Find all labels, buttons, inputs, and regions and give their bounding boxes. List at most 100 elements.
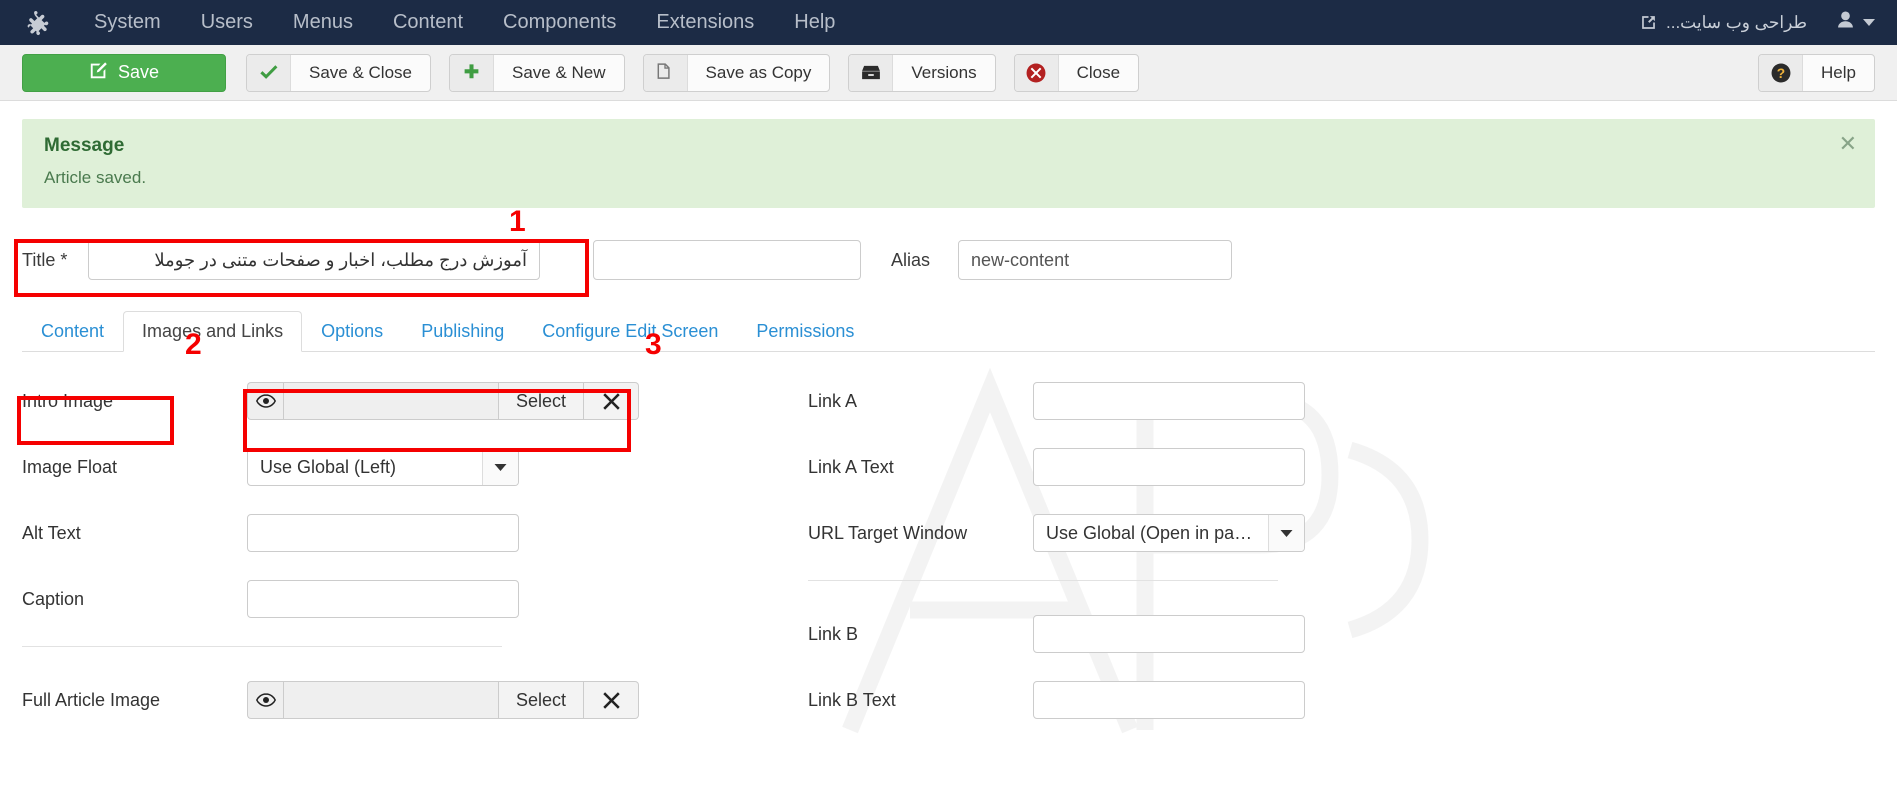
image-float-label: Image Float	[22, 456, 118, 477]
save-as-copy-label: Save as Copy	[705, 62, 812, 82]
full-article-image-row: Full Article Image Select	[22, 681, 804, 719]
url-target-window-label: URL Target Window	[808, 522, 968, 543]
annotation-number-2: 2	[185, 328, 202, 361]
nav-item-users[interactable]: Users	[181, 0, 273, 45]
intro-image-picker: Select	[247, 382, 640, 420]
full-article-image-picker: Select	[247, 681, 640, 719]
caret-down-icon	[1268, 515, 1304, 551]
nav-item-extensions[interactable]: Extensions	[636, 0, 774, 45]
versions-group: Versions	[848, 53, 996, 92]
tab-permissions[interactable]: Permissions	[737, 311, 873, 352]
image-float-select[interactable]: Use Global (Left)	[247, 448, 519, 486]
image-float-value: Use Global (Left)	[260, 456, 397, 477]
tab-options[interactable]: Options	[302, 311, 402, 352]
joomla-article-edit-screen: System Users Menus Content Components Ex…	[0, 0, 1897, 786]
save-button[interactable]: Save	[22, 53, 226, 92]
save-as-copy-button[interactable]: Save as Copy	[642, 53, 831, 92]
main-content: Message Article saved. ✕ Title * آموزش د…	[0, 119, 1897, 747]
tab-content[interactable]: Content	[22, 311, 123, 352]
nav-item-help[interactable]: Help	[774, 0, 855, 45]
left-form-column: Intro Image Select Image Float Use Globa…	[22, 382, 804, 747]
save-and-new-button[interactable]: Save & New	[449, 53, 625, 92]
intro-image-clear-button[interactable]	[584, 382, 640, 420]
tab-bar: Content Images and Links Options Publish…	[22, 310, 1875, 352]
external-link-icon	[1640, 14, 1657, 31]
question-circle-icon: ?	[1759, 54, 1804, 91]
help-button-label: Help	[1821, 62, 1856, 82]
link-b-row: Link B	[808, 615, 1875, 653]
caption-label: Caption	[22, 588, 85, 609]
toolbar: Save Save & Close Save & New Save as Cop…	[0, 45, 1897, 101]
link-a-input[interactable]	[1033, 382, 1305, 420]
archive-icon	[849, 54, 894, 91]
alt-text-row: Alt Text	[22, 514, 804, 552]
eye-icon[interactable]	[247, 681, 283, 719]
full-article-image-clear-button[interactable]	[584, 681, 640, 719]
nav-item-menus[interactable]: Menus	[273, 0, 373, 45]
tab-publishing[interactable]: Publishing	[402, 311, 523, 352]
eye-icon[interactable]	[247, 382, 283, 420]
user-menu[interactable]	[1821, 11, 1875, 34]
title-row: Title * آموزش درج مطلب، اخبار و صفحات مت…	[22, 240, 1875, 280]
message-alert: Message Article saved. ✕	[22, 119, 1875, 208]
save-close-group: Save & Close	[246, 53, 431, 92]
full-article-image-label: Full Article Image	[22, 689, 161, 710]
caption-input[interactable]	[247, 580, 519, 618]
intro-image-select-button[interactable]: Select	[499, 382, 585, 420]
copy-icon	[643, 54, 688, 91]
link-b-text-input[interactable]	[1033, 681, 1305, 719]
link-a-text-input[interactable]	[1033, 448, 1305, 486]
close-button[interactable]: Close	[1013, 53, 1140, 92]
save-button-label: Save	[117, 62, 160, 82]
intro-image-label: Intro Image	[22, 390, 114, 411]
intro-image-field[interactable]	[283, 382, 499, 420]
link-a-label: Link A	[808, 390, 858, 411]
secondary-title-input[interactable]	[593, 240, 861, 280]
alert-close-icon[interactable]: ✕	[1839, 133, 1857, 155]
link-b-label: Link B	[808, 623, 859, 644]
right-form-column: Link A Link A Text URL Target Window Use…	[804, 382, 1875, 747]
alias-input[interactable]: new-content	[958, 240, 1233, 280]
link-a-text-row: Link A Text	[808, 448, 1875, 486]
url-target-window-row: URL Target Window Use Global (Open in pa…	[808, 514, 1875, 552]
alert-title: Message	[44, 135, 125, 156]
caption-row: Caption	[22, 580, 804, 618]
left-divider	[22, 646, 502, 647]
navbar-right-section: طراحی وب سایت...	[1640, 11, 1875, 34]
right-divider	[808, 580, 1278, 581]
url-target-window-select[interactable]: Use Global (Open in parent ...	[1033, 514, 1305, 552]
annotation-number-3: 3	[645, 328, 662, 361]
full-article-image-select-button[interactable]: Select	[499, 681, 585, 719]
link-b-input[interactable]	[1033, 615, 1305, 653]
save-new-group: Save & New	[449, 53, 625, 92]
caret-down-icon	[482, 449, 518, 485]
chevron-down-icon	[1863, 19, 1875, 26]
plus-icon	[450, 54, 494, 91]
top-navbar: System Users Menus Content Components Ex…	[0, 0, 1897, 45]
versions-button[interactable]: Versions	[848, 53, 996, 92]
intro-image-row: Intro Image Select	[22, 382, 804, 420]
nav-item-components[interactable]: Components	[483, 0, 636, 45]
joomla-logo-icon[interactable]	[26, 9, 52, 37]
annotation-number-1: 1	[509, 205, 526, 238]
alt-text-input[interactable]	[247, 514, 519, 552]
close-button-label: Close	[1076, 62, 1121, 82]
save-and-new-label: Save & New	[512, 62, 606, 82]
images-and-links-form: Intro Image Select Image Float Use Globa…	[22, 382, 1875, 747]
toolbar-right-section: ? Help	[1758, 53, 1875, 92]
nav-item-system[interactable]: System	[74, 0, 181, 45]
tab-images-and-links[interactable]: Images and Links	[123, 311, 303, 352]
link-a-row: Link A	[808, 382, 1875, 420]
link-a-text-label: Link A Text	[808, 456, 894, 477]
alt-text-label: Alt Text	[22, 522, 81, 543]
save-and-close-button[interactable]: Save & Close	[246, 53, 431, 92]
title-input[interactable]: آموزش درج مطلب، اخبار و صفحات متنی در جو…	[88, 240, 540, 280]
alert-text: Article saved.	[44, 168, 147, 187]
full-article-image-field[interactable]	[283, 681, 499, 719]
help-button[interactable]: ? Help	[1758, 53, 1875, 92]
link-b-text-row: Link B Text	[808, 681, 1875, 719]
nav-item-content[interactable]: Content	[373, 0, 483, 45]
alias-label: Alias	[891, 249, 931, 270]
site-preview-link[interactable]: طراحی وب سایت...	[1640, 13, 1807, 33]
tab-configure-edit-screen[interactable]: Configure Edit Screen	[523, 311, 737, 352]
